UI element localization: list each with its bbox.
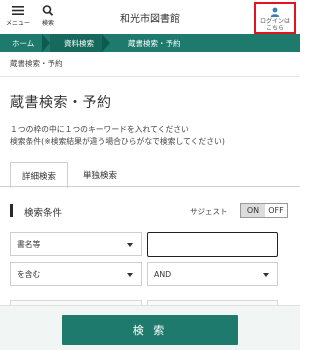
hamburger-icon: [12, 6, 24, 15]
page-title: 蔵書検索・予約: [10, 95, 112, 111]
field-select[interactable]: 書名等: [10, 232, 142, 256]
instruction-line-2: 検索条件(※検索結果が違う場合ひらがなで検索してください): [10, 137, 225, 146]
tabs-underline: [0, 186, 300, 187]
operator-select-value: AND: [154, 269, 172, 279]
chevron-down-icon: [127, 243, 133, 247]
suggest-label: サジェスト: [190, 207, 228, 216]
match-select-value: を含む: [17, 269, 41, 279]
instruction-line-1: １つの枠の中に１つのキーワードを入れてください: [10, 125, 189, 134]
breadcrumb: ホーム 資料検索 蔵書検索・予約: [0, 34, 300, 52]
site-title[interactable]: 和光市図書館: [100, 10, 200, 25]
menu-label: メニュー: [5, 20, 30, 27]
breadcrumb-home[interactable]: ホーム: [0, 34, 42, 52]
operator-select[interactable]: AND: [147, 262, 278, 286]
match-select[interactable]: を含む: [10, 262, 142, 286]
chevron-down-icon: [263, 273, 269, 277]
sub-breadcrumb: 蔵書検索・予約: [10, 59, 63, 68]
tab-detailed-search[interactable]: 詳細検索: [10, 162, 68, 188]
tab-simple-search[interactable]: 単独検索: [70, 162, 130, 188]
breadcrumb-current: 蔵書検索・予約: [128, 38, 181, 48]
menu-button[interactable]: メニュー: [3, 5, 33, 27]
login-button[interactable]: ログインは こちら: [254, 2, 296, 34]
header-search-button[interactable]: 検索: [33, 5, 63, 27]
search-label: 検索: [41, 20, 54, 27]
suggest-off-button[interactable]: OFF: [265, 204, 287, 217]
breadcrumb-section[interactable]: 資料検索: [50, 34, 102, 52]
user-icon: [270, 7, 280, 17]
field-select-value: 書名等: [17, 239, 41, 249]
suggest-on-button[interactable]: ON: [241, 204, 265, 217]
chevron-down-icon: [127, 273, 133, 277]
breadcrumb-separator: [102, 34, 110, 52]
search-icon: [42, 5, 54, 16]
divider: [0, 76, 300, 77]
login-label-line2: こちら: [265, 25, 284, 32]
login-label-line1: ログインは: [259, 18, 290, 25]
search-submit-button[interactable]: 検 索: [62, 315, 238, 345]
keyword-input[interactable]: [147, 232, 278, 257]
suggest-toggle: ON OFF: [240, 203, 288, 218]
app-header: メニュー 検索 和光市図書館 ログインは こちら: [0, 0, 300, 34]
instructions: １つの枠の中に１つのキーワードを入れてください 検索条件(※検索結果が違う場合ひ…: [10, 124, 225, 148]
section-marker: [10, 204, 13, 217]
breadcrumb-separator: [42, 34, 50, 52]
conditions-title: 検索条件: [24, 208, 63, 219]
